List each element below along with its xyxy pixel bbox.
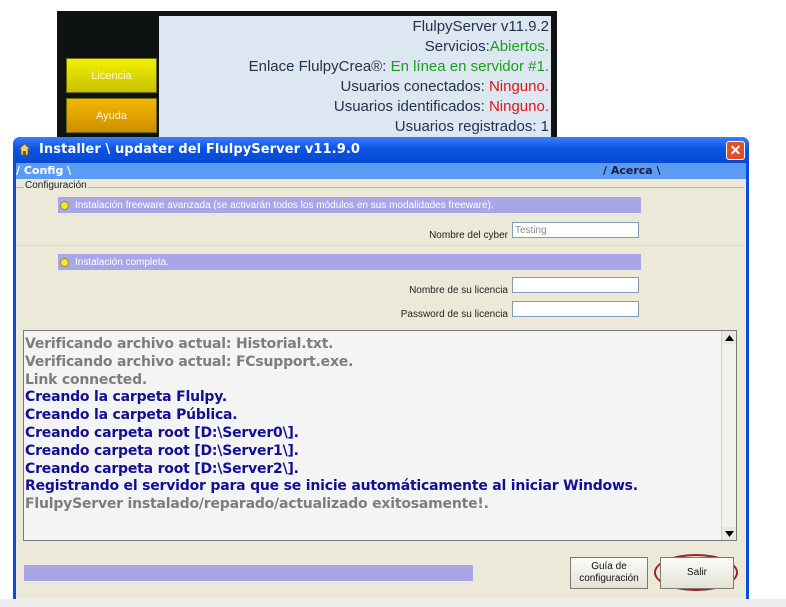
log-line: Creando carpeta root [D:\Server0\].	[25, 424, 299, 441]
app-icon	[18, 143, 31, 156]
title-bar[interactable]: Installer \ updater del FlulpyServer v11…	[13, 137, 749, 163]
full-install-label: Instalación completa.	[75, 256, 169, 268]
status-text: Abiertos.	[489, 38, 549, 55]
section-separator	[16, 245, 744, 246]
install-log[interactable]: Verificando archivo actual: Historial.tx…	[23, 330, 737, 541]
license-name-label: Nombre de su licencia	[409, 285, 508, 296]
server-sidebar: Licencia Ayuda	[57, 11, 159, 137]
status-line: Usuarios identificados: Ninguno.	[334, 98, 549, 116]
status-text: En línea en servidor #1.	[390, 58, 549, 75]
window-title: Installer \ updater del FlulpyServer v11…	[39, 142, 361, 157]
status-text: Ninguno.	[488, 78, 549, 95]
status-line: Usuarios conectados: Ninguno.	[341, 78, 549, 96]
bottom-strip	[0, 599, 786, 607]
license-password-label: Password de su licencia	[400, 309, 508, 320]
status-line: FlulpyServer v11.9.2	[413, 18, 549, 36]
status-line: Usuarios registrados: 1	[395, 118, 549, 136]
server-status-text: FlulpyServer v11.9.2 Servicios:Abiertos. E…	[159, 16, 551, 137]
cyber-name-input[interactable]	[512, 222, 639, 238]
log-lines: Verificando archivo actual: Historial.tx…	[25, 336, 719, 514]
status-text: Ninguno.	[488, 98, 549, 115]
log-line: FlulpyServer instalado/reparado/actualiz…	[25, 496, 489, 513]
status-text: FlulpyServer v11.9.2	[412, 18, 549, 35]
log-line: Creando carpeta root [D:\Server1\].	[25, 442, 299, 459]
group-label: Configuración	[24, 180, 88, 191]
scroll-thumb[interactable]	[723, 523, 735, 526]
salir-button[interactable]: Salir	[660, 557, 734, 589]
licencia-button[interactable]: Licencia	[66, 58, 157, 93]
configuration-guide-button[interactable]: Guía de configuración	[570, 557, 648, 589]
license-password-input[interactable]	[512, 301, 639, 317]
log-line: Creando la carpeta Flulpy.	[25, 389, 228, 406]
full-install-option[interactable]: Instalación completa.	[58, 254, 641, 270]
close-icon: ✕	[729, 142, 742, 158]
log-line: Verificando archivo actual: Historial.tx…	[25, 336, 334, 352]
status-text: Usuarios conectados:	[340, 78, 489, 95]
log-line: Creando la carpeta Pública.	[25, 407, 238, 424]
freeware-install-label: Instalación freeware avanzada (se activa…	[75, 199, 494, 211]
server-status-panel: Licencia Ayuda FlulpyServer v11.9.2 Servi…	[57, 11, 557, 137]
guide-button-label-line1: Guía de	[591, 561, 627, 572]
status-text: Servicios:	[424, 38, 490, 55]
freeware-install-option[interactable]: Instalación freeware avanzada (se activa…	[58, 197, 641, 213]
radio-icon[interactable]	[60, 257, 69, 267]
status-line: Enlace FlulpyCrea®: En línea en servidor…	[249, 58, 549, 76]
log-line: Verificando archivo actual: FCsupport.ex…	[25, 353, 354, 370]
status-text: Usuarios registrados: 1	[394, 118, 549, 135]
log-scrollbar[interactable]	[721, 331, 736, 540]
cyber-name-label: Nombre del cyber	[429, 230, 508, 241]
tab-config[interactable]: / Config \	[16, 164, 71, 177]
window-client-area: / Config \ / Acerca \ Configuración Inst…	[16, 163, 746, 599]
status-text: Enlace FlulpyCrea®:	[248, 58, 391, 75]
scroll-down-icon[interactable]	[722, 527, 736, 540]
group-divider	[16, 187, 744, 188]
log-line: Registrando el servidor para que se inic…	[25, 478, 638, 495]
license-name-input[interactable]	[512, 277, 639, 293]
log-line: Creando carpeta root [D:\Server2\].	[25, 460, 299, 477]
close-button[interactable]: ✕	[726, 141, 745, 160]
scroll-up-icon[interactable]	[722, 331, 736, 344]
tab-acerca[interactable]: / Acerca \	[603, 164, 661, 177]
progress-bar	[24, 565, 473, 581]
tab-strip: / Config \ / Acerca \	[16, 163, 746, 179]
log-line: Link connected.	[25, 371, 148, 388]
installer-window: Installer \ updater del FlulpyServer v11…	[13, 137, 749, 599]
guide-button-label-line2: configuración	[579, 573, 639, 584]
ayuda-button[interactable]: Ayuda	[66, 98, 157, 133]
status-line: Servicios:Abiertos.	[425, 38, 549, 56]
radio-icon[interactable]	[60, 200, 69, 210]
status-text: Usuarios identificados:	[333, 98, 489, 115]
